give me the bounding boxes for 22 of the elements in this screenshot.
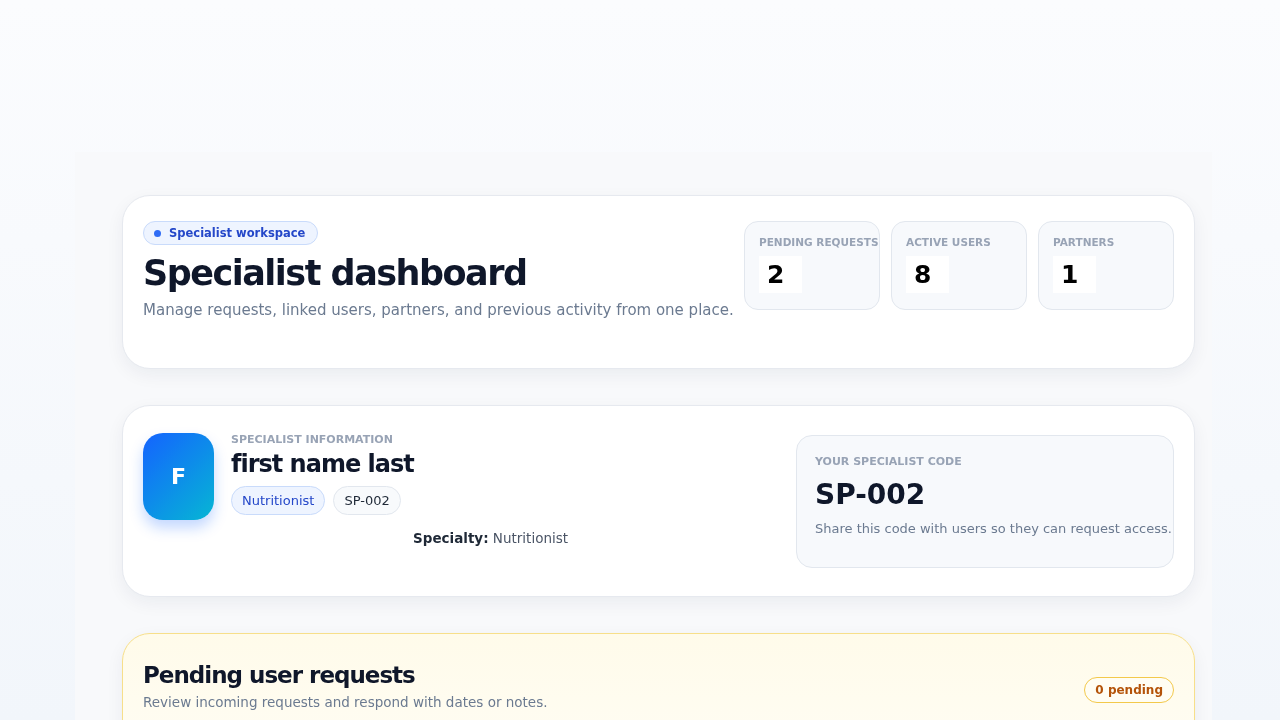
section-title: Pending user requests bbox=[143, 662, 416, 688]
code-label: YOUR SPECIALIST CODE bbox=[815, 455, 962, 468]
tag: SP-002 bbox=[333, 486, 401, 515]
avatar: F bbox=[143, 433, 214, 520]
stat-value: 1 bbox=[1053, 256, 1097, 293]
stat-label: PENDING REQUESTS bbox=[759, 236, 879, 248]
specialty-line: Specialty: Nutritionist bbox=[413, 530, 569, 546]
stat-value: 2 bbox=[759, 256, 803, 293]
dot-icon bbox=[154, 229, 161, 237]
specialist-name: first name last bbox=[231, 450, 414, 478]
page-subtitle: Manage requests, linked users, partners, and previous activity from one place. bbox=[143, 301, 734, 319]
stat-value: 8 bbox=[906, 256, 950, 293]
stat-label: PARTNERS bbox=[1053, 236, 1115, 248]
specialist-code: SP-002 bbox=[815, 478, 926, 511]
tag: Nutritionist bbox=[231, 486, 326, 515]
section-subtitle: Review incoming requests and respond with dates or notes. bbox=[143, 694, 548, 710]
section-label: SPECIALIST INFORMATION bbox=[231, 433, 393, 446]
badge-text: Specialist workspace bbox=[169, 226, 306, 240]
pending-count: 0 pending bbox=[1084, 677, 1174, 703]
page-title: Specialist dashboard bbox=[143, 253, 528, 293]
code-hint: Share this code with users so they can request access. bbox=[815, 521, 1172, 536]
stat-label: ACTIVE USERS bbox=[906, 236, 991, 248]
